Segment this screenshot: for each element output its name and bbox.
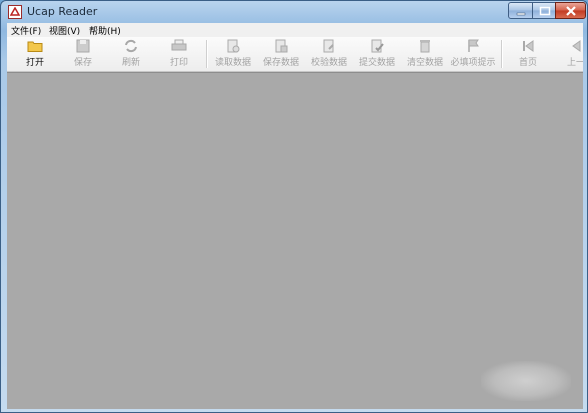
- save-button[interactable]: 保存: [59, 37, 107, 71]
- maximize-button[interactable]: [532, 2, 556, 19]
- print-icon: [171, 39, 187, 51]
- app-logo-icon: [8, 5, 22, 19]
- first-page-icon: [523, 40, 534, 52]
- first-page-button[interactable]: 首页: [504, 37, 552, 71]
- maximize-icon: [539, 6, 551, 16]
- folder-open-icon: [27, 41, 43, 52]
- read-data-icon: [227, 39, 240, 53]
- close-icon: [566, 6, 576, 16]
- menu-bar: 文件(F) 视图(V) 帮助(H): [7, 23, 583, 37]
- required-flag-icon: [468, 39, 479, 52]
- title-bar[interactable]: Ucap Reader: [1, 1, 587, 23]
- document-view[interactable]: [7, 72, 583, 409]
- submit-data-button[interactable]: 提交数据: [353, 37, 401, 71]
- clear-data-icon: [420, 40, 430, 53]
- required-hint-label: 必填项提示: [450, 58, 496, 68]
- open-button[interactable]: 打开: [11, 37, 59, 71]
- previous-page-icon: [572, 40, 581, 52]
- close-button[interactable]: [555, 2, 586, 19]
- refresh-button[interactable]: 刷新: [107, 37, 155, 71]
- required-hint-button[interactable]: 必填项提示: [449, 37, 497, 71]
- window-title: Ucap Reader: [27, 5, 98, 18]
- menu-file[interactable]: 文件(F): [11, 24, 41, 37]
- previous-page-label: 上一: [566, 58, 583, 68]
- read-data-button[interactable]: 读取数据: [209, 37, 257, 71]
- previous-page-button[interactable]: 上一: [552, 37, 583, 71]
- menu-view[interactable]: 视图(V): [49, 24, 80, 37]
- minimize-icon: [516, 12, 526, 16]
- menu-help[interactable]: 帮助(H): [89, 24, 121, 37]
- save-data-icon: [275, 39, 288, 53]
- minimize-button[interactable]: [508, 2, 533, 19]
- save-data-button[interactable]: 保存数据: [257, 37, 305, 71]
- clear-data-button[interactable]: 清空数据: [401, 37, 449, 71]
- refresh-icon: [125, 39, 137, 53]
- save-icon: [76, 39, 90, 53]
- validate-data-button[interactable]: 校验数据: [305, 37, 353, 71]
- toolbar: 打开 保存 刷新 打印 读取数据 保存数据 校验数据 提交数据 清空数据 必填项…: [7, 37, 583, 72]
- submit-data-icon: [371, 39, 384, 53]
- validate-data-icon: [323, 39, 334, 53]
- print-label: 打印: [169, 58, 188, 68]
- watermark-blur: [481, 361, 571, 401]
- app-window: Ucap Reader 文件(F) 视图(V) 帮助(H) 打开 保存 刷新 打…: [0, 0, 588, 413]
- print-button[interactable]: 打印: [155, 37, 203, 71]
